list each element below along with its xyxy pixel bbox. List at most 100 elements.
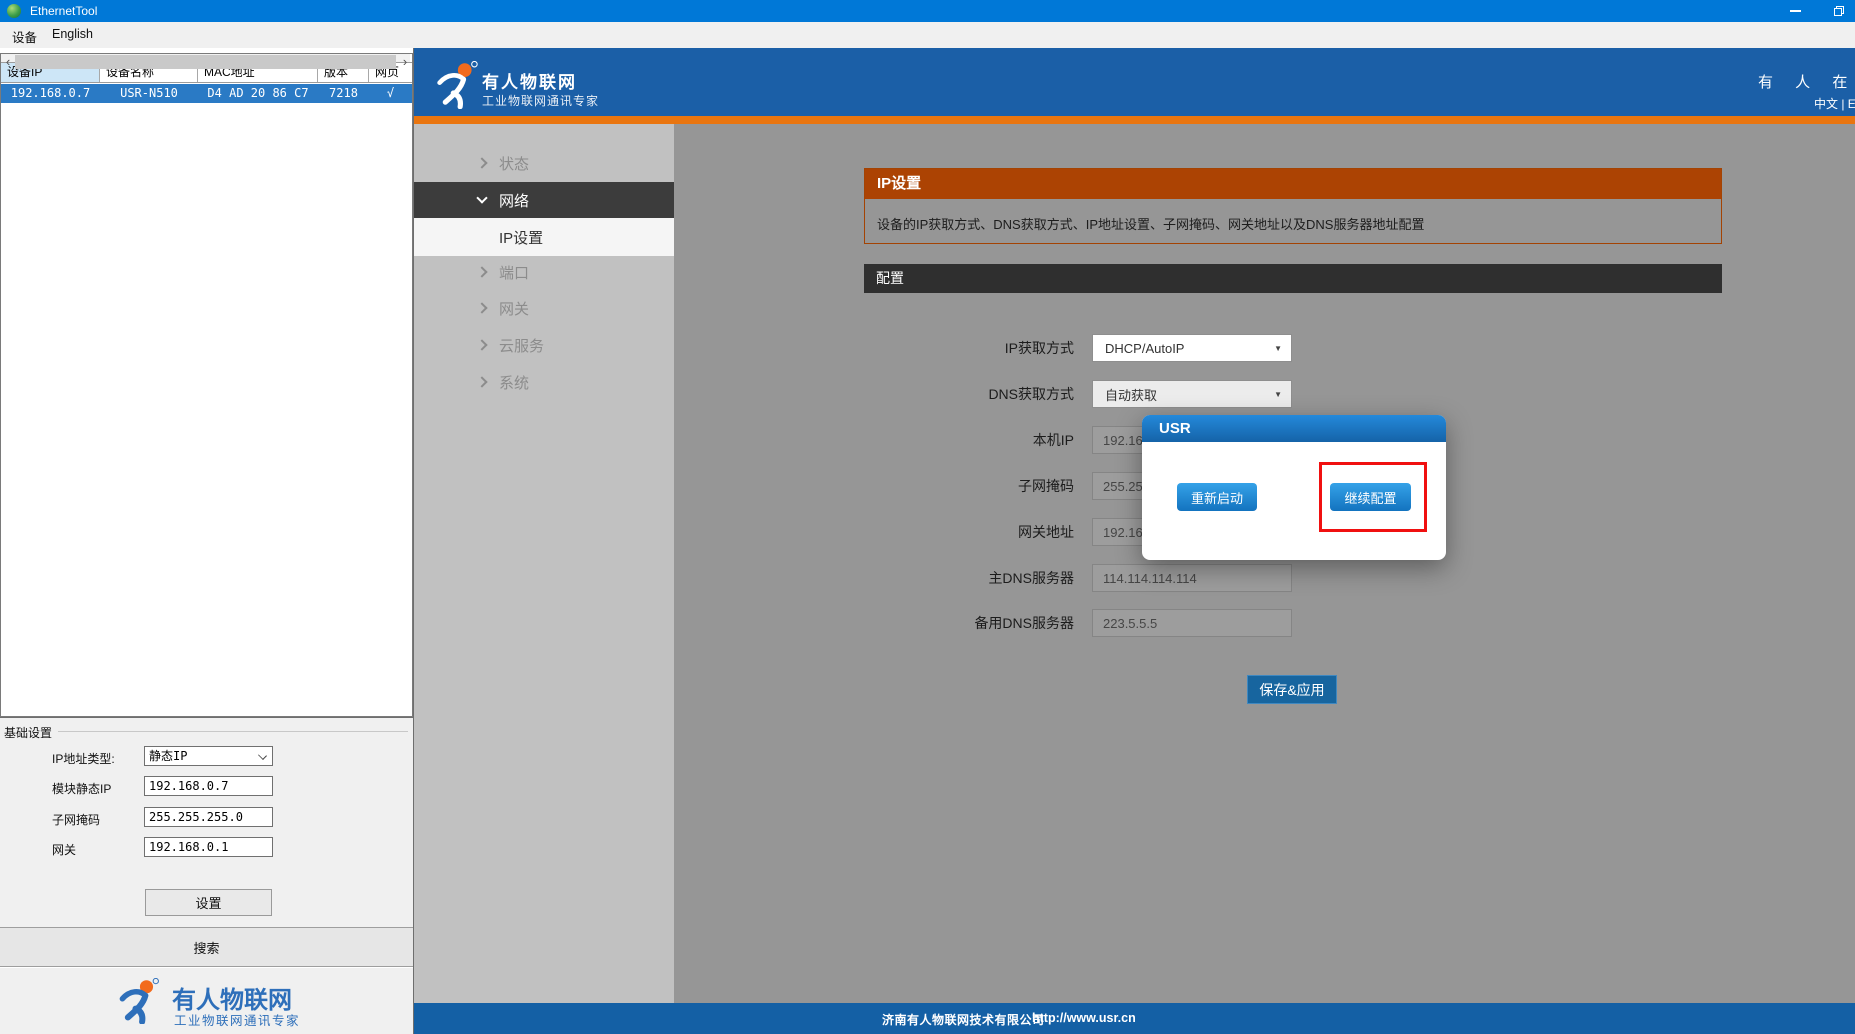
restart-button[interactable]: 重新启动 xyxy=(1177,483,1257,511)
device-tool-panel: 设备IP 设备名称 MAC地址 版本 网页 192.168.0.7 USR-N5… xyxy=(0,48,414,1034)
basic-settings-group: 基础设置 IP地址类型: 静态IP 模块静态IP 192.168.0.7 子网掩… xyxy=(0,717,413,927)
chevron-right-icon xyxy=(476,376,488,388)
basic-settings-title: 基础设置 xyxy=(4,726,53,740)
cell-version: 7218 xyxy=(329,86,358,100)
ip-mode-label: IP获取方式 xyxy=(1004,340,1074,356)
cell-device-name: USR-N510 xyxy=(120,86,178,100)
scrollbar-thumb[interactable] xyxy=(15,55,396,69)
menu-device[interactable]: 设备 xyxy=(12,27,37,46)
horizontal-scrollbar[interactable]: ‹ › xyxy=(1,54,410,70)
sidebar-item-system[interactable]: 系统 xyxy=(414,364,674,400)
section-config: 配置 xyxy=(864,264,1722,293)
restore-icon xyxy=(1833,6,1844,16)
minimize-button[interactable] xyxy=(1772,0,1818,22)
language-switcher[interactable]: 中文 | E xyxy=(1814,95,1855,112)
device-row[interactable]: 192.168.0.7 USR-N510 D4 AD 20 86 C7 C7 7… xyxy=(1,84,412,119)
web-header: 有人物联网 工业物联网通讯专家 有 人 在 认 真 中文 | E xyxy=(414,48,1855,116)
header-accent-stripe xyxy=(414,116,1855,124)
device-list: 设备IP 设备名称 MAC地址 版本 网页 192.168.0.7 USR-N5… xyxy=(0,53,413,717)
gateway-value: 192.168.0.1 xyxy=(149,840,229,854)
page-description: 设备的IP获取方式、DNS获取方式、IP地址设置、子网掩码、网关地址以及DNS服… xyxy=(877,217,1425,232)
chevron-down-icon xyxy=(476,192,488,204)
subnet-mask-value: 255.255.255.0 xyxy=(149,810,243,824)
subnet-mask-label: 子网掩码 xyxy=(1018,478,1074,494)
page-header-block: IP设置 设备的IP获取方式、DNS获取方式、IP地址设置、子网掩码、网关地址以… xyxy=(864,168,1722,244)
sidebar-label: 状态 xyxy=(499,155,530,173)
sidebar-label: 云服务 xyxy=(499,337,545,355)
highlight-annotation xyxy=(1319,462,1427,532)
cell-device-ip: 192.168.0.7 xyxy=(10,86,91,100)
menubar: 设备 English xyxy=(0,22,1855,48)
ip-type-select[interactable]: 静态IP xyxy=(144,746,273,766)
gateway-label: 网关 xyxy=(52,843,77,857)
dns-mode-label: DNS获取方式 xyxy=(988,386,1074,402)
window-title: EthernetTool xyxy=(30,4,98,18)
titlebar: EthernetTool xyxy=(0,0,1855,22)
chevron-right-icon xyxy=(476,266,488,278)
sidebar-item-status[interactable]: 状态 xyxy=(414,145,674,181)
ip-mode-select[interactable]: DHCP/AutoIP ▼ xyxy=(1092,334,1292,362)
sidebar-label: IP设置 xyxy=(499,229,544,247)
sidebar-item-cloud[interactable]: 云服务 xyxy=(414,327,674,363)
cell-mac: D4 AD 20 86 C7 C7 xyxy=(207,86,309,119)
app-icon xyxy=(7,4,21,18)
form-row-ip-mode: IP获取方式 DHCP/AutoIP ▼ xyxy=(864,334,1504,362)
ip-type-label: IP地址类型: xyxy=(52,752,115,766)
gateway-field[interactable]: 192.168.0.1 xyxy=(144,837,273,857)
device-web-page: 有人物联网 工业物联网通讯专家 有 人 在 认 真 中文 | E 状态 网络 I… xyxy=(414,48,1855,1034)
web-footer: 济南有人物联网技术有限公司 http://www.usr.cn xyxy=(414,1003,1855,1034)
app-brand-slogan: 工业物联网通讯专家 xyxy=(174,1014,301,1028)
chevron-right-icon xyxy=(476,157,488,169)
subnet-mask-label: 子网掩码 xyxy=(52,813,101,827)
ethernet-tool-window: EthernetTool 设备 English 设备IP 设备名称 MAC地址 … xyxy=(0,0,1855,1034)
sidebar-label: 系统 xyxy=(499,374,530,392)
search-button[interactable]: 搜索 xyxy=(0,927,413,967)
dropdown-arrow-icon: ▼ xyxy=(1274,343,1282,353)
group-divider xyxy=(58,731,408,732)
form-row-dns2: 备用DNS服务器 223.5.5.5 xyxy=(864,609,1504,637)
sidebar-item-port[interactable]: 端口 xyxy=(414,254,674,290)
secondary-dns-field: 223.5.5.5 xyxy=(1092,609,1292,637)
form-row-dns1: 主DNS服务器 114.114.114.114 xyxy=(864,564,1504,592)
gateway-label: 网关地址 xyxy=(1018,524,1074,540)
sidebar-label: 网络 xyxy=(499,192,530,210)
usr-logo-icon xyxy=(119,978,159,1024)
sidebar-item-ip-settings[interactable]: IP设置 xyxy=(414,218,674,256)
webpage-check-icon[interactable]: √ xyxy=(369,84,412,103)
chevron-down-icon xyxy=(258,751,267,760)
subnet-mask-field[interactable]: 255.255.255.0 xyxy=(144,807,273,827)
menu-english[interactable]: English xyxy=(52,27,93,41)
ip-type-value: 静态IP xyxy=(149,749,188,763)
minimize-icon xyxy=(1789,10,1801,12)
sidebar-label: 端口 xyxy=(499,264,530,282)
footer-url[interactable]: http://www.usr.cn xyxy=(1032,1011,1136,1025)
sidebar-label: 网关 xyxy=(499,300,530,318)
dns-mode-select[interactable]: 自动获取 ▼ xyxy=(1092,380,1292,408)
page-title: IP设置 xyxy=(865,169,1721,199)
ip-mode-value: DHCP/AutoIP xyxy=(1105,340,1185,356)
local-ip-label: 本机IP xyxy=(1032,432,1074,448)
restore-button[interactable] xyxy=(1822,0,1855,22)
web-brand-slogan: 工业物联网通讯专家 xyxy=(482,94,600,108)
primary-dns-field: 114.114.114.114 xyxy=(1092,564,1292,592)
save-apply-button[interactable]: 保存&应用 xyxy=(1247,675,1337,704)
web-brand-name: 有人物联网 xyxy=(482,73,577,92)
dialog-title: USR xyxy=(1142,415,1446,442)
static-ip-label: 模块静态IP xyxy=(52,782,112,796)
dropdown-arrow-icon: ▼ xyxy=(1274,389,1282,399)
footer-company: 济南有人物联网技术有限公司 xyxy=(882,1013,1045,1027)
set-button[interactable]: 设置 xyxy=(145,889,272,916)
usr-logo-icon xyxy=(437,61,478,109)
scroll-left-icon[interactable]: ‹ xyxy=(1,54,15,70)
scroll-right-icon[interactable]: › xyxy=(398,54,412,70)
static-ip-value: 192.168.0.7 xyxy=(149,779,229,793)
static-ip-field[interactable]: 192.168.0.7 xyxy=(144,776,273,796)
sidebar-item-network[interactable]: 网络 xyxy=(414,182,674,218)
dns-mode-value: 自动获取 xyxy=(1105,387,1158,403)
chevron-right-icon xyxy=(476,339,488,351)
secondary-dns-label: 备用DNS服务器 xyxy=(974,615,1074,631)
form-row-dns-mode: DNS获取方式 自动获取 ▼ xyxy=(864,380,1504,408)
sidebar-item-gateway[interactable]: 网关 xyxy=(414,290,674,326)
app-brand-footer: 有人物联网 工业物联网通讯专家 xyxy=(0,968,413,1034)
primary-dns-label: 主DNS服务器 xyxy=(988,570,1074,586)
